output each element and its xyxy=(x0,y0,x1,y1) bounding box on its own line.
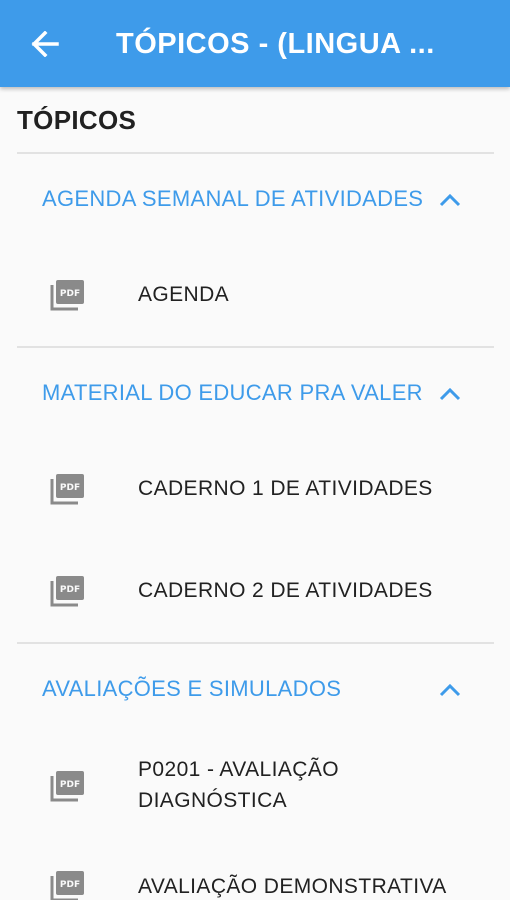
list-item-agenda[interactable]: PDF AGENDA xyxy=(0,255,510,335)
topics-list: TÓPICOS AGENDA SEMANAL DE ATIVIDADES PDF… xyxy=(0,87,510,900)
pdf-icon: PDF xyxy=(50,474,84,505)
arrow-back-icon xyxy=(31,31,59,57)
page-title: TÓPICOS xyxy=(17,105,137,135)
list-item-avaliacao-demonstrativa[interactable]: PDF AVALIAÇÃO DEMONSTRATIVA xyxy=(0,859,510,900)
list-item-label: AGENDA xyxy=(138,283,230,306)
list-item-caderno-2[interactable]: PDF CADERNO 2 DE ATIVIDADES xyxy=(0,551,510,631)
group-title: AVALIAÇÕES E SIMULADOS xyxy=(42,676,342,701)
svg-text:PDF: PDF xyxy=(60,483,80,493)
svg-text:PDF: PDF xyxy=(60,780,80,790)
back-button[interactable] xyxy=(26,26,64,62)
pdf-icon: PDF xyxy=(50,771,84,802)
pdf-icon: PDF xyxy=(50,576,84,607)
divider xyxy=(17,152,494,154)
svg-text:PDF: PDF xyxy=(60,585,80,595)
divider xyxy=(17,642,494,644)
list-item-caderno-1[interactable]: PDF CADERNO 1 DE ATIVIDADES xyxy=(0,449,510,529)
divider xyxy=(17,346,494,348)
group-header-agenda[interactable]: AGENDA SEMANAL DE ATIVIDADES xyxy=(0,170,510,230)
group-title: AGENDA SEMANAL DE ATIVIDADES xyxy=(42,186,424,211)
app-bar: TÓPICOS - (LINGUA ... xyxy=(0,0,510,87)
pdf-icon: PDF xyxy=(50,871,84,900)
group-title: MATERIAL DO EDUCAR PRA VALER xyxy=(42,380,423,405)
svg-text:PDF: PDF xyxy=(60,880,80,890)
list-item-label: CADERNO 2 DE ATIVIDADES xyxy=(138,579,433,602)
list-item-label: AVALIAÇÃO DEMONSTRATIVA xyxy=(138,875,447,898)
list-item-p0201[interactable]: PDF P0201 - AVALIAÇÃO DIAGNÓSTICA xyxy=(0,747,510,847)
chevron-up-icon[interactable] xyxy=(436,678,464,702)
chevron-up-icon[interactable] xyxy=(436,188,464,212)
chevron-up-icon[interactable] xyxy=(436,382,464,406)
pdf-icon: PDF xyxy=(50,280,84,311)
group-header-material[interactable]: MATERIAL DO EDUCAR PRA VALER xyxy=(0,364,510,424)
list-item-label: P0201 - AVALIAÇÃO DIAGNÓSTICA xyxy=(138,758,339,812)
svg-text:PDF: PDF xyxy=(60,289,80,299)
app-bar-title: TÓPICOS - (LINGUA ... xyxy=(116,28,435,60)
list-item-label: CADERNO 1 DE ATIVIDADES xyxy=(138,477,433,500)
group-header-avaliacoes[interactable]: AVALIAÇÕES E SIMULADOS xyxy=(0,660,510,720)
